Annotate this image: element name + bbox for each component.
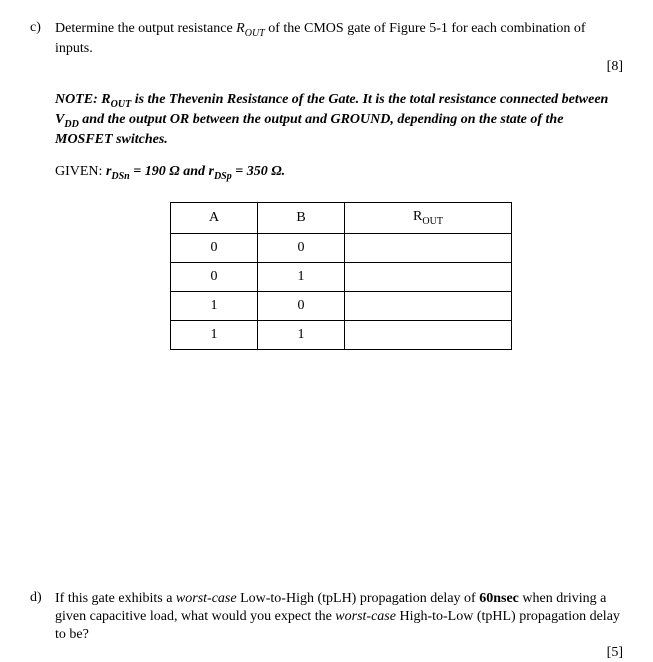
- header-rout-r: R: [413, 209, 422, 224]
- question-c: c) Determine the output resistance ROUT …: [30, 20, 623, 76]
- note-block: NOTE: ROUT is the Thevenin Resistance of…: [55, 91, 623, 149]
- table-row: 1 1: [171, 320, 512, 349]
- question-d-text: If this gate exhibits a worst-case Low-t…: [55, 590, 623, 662]
- d-text1: If this gate exhibits a: [55, 591, 176, 606]
- note-r: R: [101, 92, 110, 107]
- d-worst-case2: worst-case: [335, 609, 396, 624]
- header-b: B: [258, 202, 345, 233]
- cell-b: 0: [258, 291, 345, 320]
- given-label: GIVEN:: [55, 164, 106, 179]
- header-a: A: [171, 202, 258, 233]
- question-d: d) If this gate exhibits a worst-case Lo…: [30, 590, 623, 662]
- d-worst-case: worst-case: [176, 591, 237, 606]
- note-vdd-sub: DD: [64, 119, 78, 130]
- truth-table: A B ROUT 0 0 0 1 1 0 1 1: [170, 202, 512, 350]
- question-c-text: Determine the output resistance ROUT of …: [55, 20, 623, 76]
- cell-a: 1: [171, 320, 258, 349]
- cell-b: 0: [258, 233, 345, 262]
- note-r-sub: OUT: [111, 99, 132, 110]
- header-rout: ROUT: [345, 202, 512, 233]
- spacer: [30, 370, 623, 590]
- rout-sub: OUT: [245, 28, 265, 39]
- cell-b: 1: [258, 320, 345, 349]
- rdsp-sub: DSp: [214, 171, 232, 182]
- cell-rout: [345, 262, 512, 291]
- note-label: NOTE:: [55, 92, 101, 107]
- question-d-marks: [5]: [55, 644, 623, 662]
- cell-a: 0: [171, 262, 258, 291]
- table-row: 0 1: [171, 262, 512, 291]
- table-row: 1 0: [171, 291, 512, 320]
- question-d-letter: d): [30, 590, 55, 606]
- given-block: GIVEN: rDSn = 190 Ω and rDSp = 350 Ω.: [55, 164, 623, 182]
- d-delay: 60nsec: [479, 591, 519, 606]
- table-container: A B ROUT 0 0 0 1 1 0 1 1: [170, 202, 623, 350]
- table-header-row: A B ROUT: [171, 202, 512, 233]
- table-row: 0 0: [171, 233, 512, 262]
- header-rout-sub: OUT: [422, 216, 443, 227]
- rout-symbol: R: [236, 21, 245, 36]
- note-text2: and the output OR between the output and…: [55, 112, 563, 147]
- question-c-marks: [8]: [55, 58, 623, 76]
- d-text2: Low-to-High (tpLH) propagation delay of: [237, 591, 480, 606]
- cell-rout: [345, 291, 512, 320]
- given-and: and: [180, 164, 209, 179]
- question-c-header: c) Determine the output resistance ROUT …: [30, 20, 623, 76]
- question-c-letter: c): [30, 20, 55, 36]
- cell-rout: [345, 320, 512, 349]
- rdsn-sub: DSn: [111, 171, 129, 182]
- cell-a: 1: [171, 291, 258, 320]
- cell-a: 0: [171, 233, 258, 262]
- question-d-header: d) If this gate exhibits a worst-case Lo…: [30, 590, 623, 662]
- text-prefix: Determine the output resistance: [55, 21, 236, 36]
- rdsp-val: = 350 Ω.: [232, 164, 285, 179]
- rdsn-val: = 190 Ω: [130, 164, 180, 179]
- cell-b: 1: [258, 262, 345, 291]
- cell-rout: [345, 233, 512, 262]
